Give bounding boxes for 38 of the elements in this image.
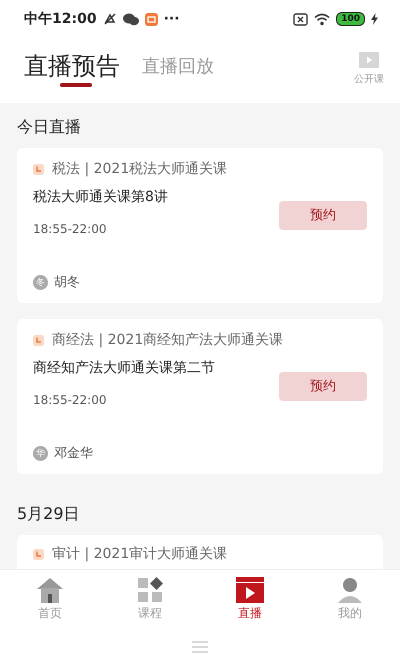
nav-tab[interactable]: 我的	[300, 570, 400, 628]
course-category: 税法 | 2021税法大师通关课	[52, 160, 228, 178]
course-category: 商经法 | 2021商经知产法大师通关课	[52, 331, 284, 349]
course-title: 税法大师通关课第8讲	[33, 188, 168, 206]
house-icon	[36, 576, 64, 602]
video-icon[interactable]	[359, 52, 379, 68]
wifi-icon	[314, 12, 330, 26]
course-card[interactable]: 商经法 | 2021商经知产法大师通关课 商经知产法大师通关课第二节 18:55-22:00 预约 华 邓金华	[17, 319, 383, 474]
teacher-avatar: 华	[33, 446, 48, 460]
grid-icon	[137, 576, 163, 602]
person-icon	[337, 576, 363, 602]
reserve-button[interactable]: 预约	[279, 372, 367, 400]
nav-label[interactable]: 我的	[338, 604, 362, 622]
battery-level: 100	[336, 12, 365, 26]
course-title: 商经知产法大师通关课第二节	[33, 359, 215, 377]
header-tab[interactable]: 直播预告	[24, 46, 120, 91]
charging-icon	[371, 13, 378, 25]
nav-label[interactable]: 直播	[238, 604, 262, 622]
clapperboard-icon	[236, 576, 264, 602]
nav-tab[interactable]: 直播	[200, 570, 300, 628]
open-class-label[interactable]: 公开课	[354, 72, 384, 86]
app-icon	[144, 12, 158, 26]
menu-icon[interactable]	[192, 641, 208, 653]
course-category: 审计 | 2021审计大师通关课	[52, 545, 228, 563]
status-time: 中午12:00	[24, 10, 97, 28]
teacher-avatar: 冬	[33, 274, 48, 290]
teacher-name: 胡冬	[54, 274, 80, 291]
date-heading: 今日直播	[17, 116, 82, 138]
course-card[interactable]: 审计 | 2021审计大师通关课	[17, 535, 383, 569]
course-time: 18:55-22:00	[33, 222, 108, 236]
teacher-name: 邓金华	[54, 445, 93, 462]
course-time: 18:55-22:00	[33, 393, 108, 407]
reserve-button[interactable]: 预约	[279, 200, 367, 230]
date-heading: 5月29日	[17, 503, 81, 525]
chat-icon	[122, 12, 139, 26]
sim-icon	[293, 12, 308, 26]
course-card[interactable]: 税法 | 2021税法大师通关课 税法大师通关课第8讲 18:55-22:00 预约 冬 胡冬	[17, 148, 383, 303]
more-notifications: ···	[164, 11, 180, 27]
